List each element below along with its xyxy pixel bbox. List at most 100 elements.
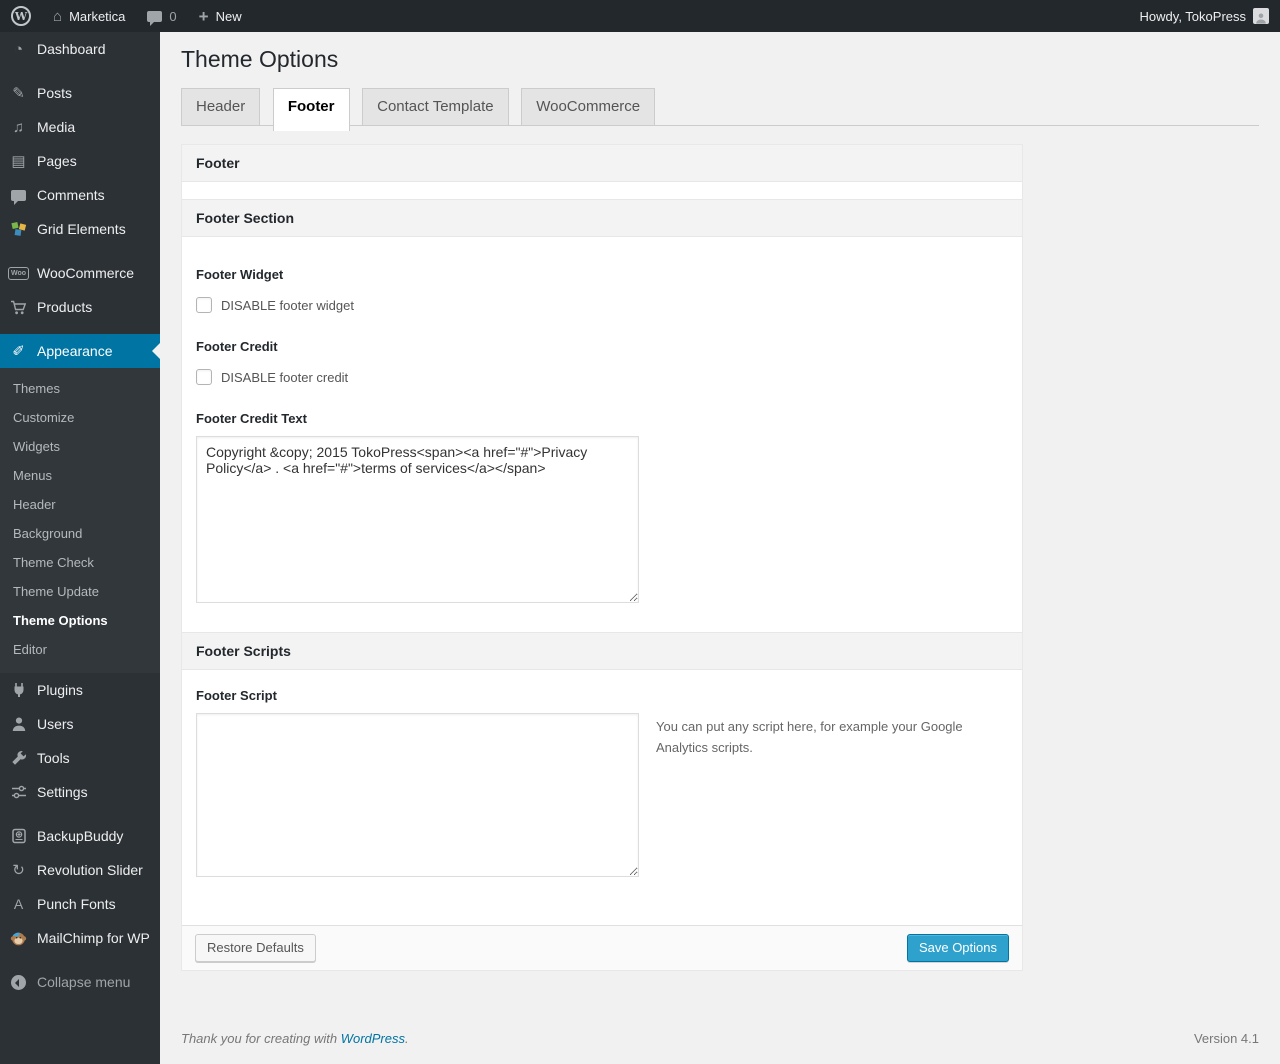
sidebar-item-media[interactable]: ♫ Media [0,110,160,144]
sidebar-item-revolution-slider[interactable]: ↻ Revolution Slider [0,853,160,887]
sidebar-item-label: Punch Fonts [37,896,116,912]
submenu-item-editor[interactable]: Editor [0,635,160,664]
panel-footer: Restore Defaults Save Options [182,925,1022,970]
howdy-label: Howdy, TokoPress [1139,8,1246,24]
sidebar-item-grid-elements[interactable]: Grid Elements [0,212,160,246]
sidebar-item-label: Settings [37,784,88,800]
thankyou-period: . [405,1031,409,1046]
pushpin-icon: ✎ [12,85,25,102]
sidebar-item-woocommerce[interactable]: Woo WooCommerce [0,256,160,290]
sidebar-item-comments[interactable]: Comments [0,178,160,212]
submenu-item-theme-options[interactable]: Theme Options [0,606,160,635]
brush-icon: ✐ [12,343,25,360]
sidebar-item-users[interactable]: Users [0,707,160,741]
tab-woocommerce[interactable]: WooCommerce [521,88,656,126]
footer-widget-option: DISABLE footer widget [196,297,1008,313]
collapse-menu-button[interactable]: Collapse menu [0,965,160,999]
sidebar-item-label: Pages [37,153,77,169]
save-options-button[interactable]: Save Options [906,934,1009,962]
sidebar-item-label: Dashboard [37,41,106,57]
sidebar-item-mailchimp[interactable]: MailChimp for WP [0,921,160,955]
wordpress-logo-icon: W [11,6,31,26]
menu-separator [0,809,160,819]
sidebar-item-pages[interactable]: ▤ Pages [0,144,160,178]
disable-footer-widget-label: DISABLE footer widget [221,297,354,313]
disable-footer-credit-label: DISABLE footer credit [221,369,349,385]
admin-menu: ◔ Dashboard ✎ Posts ♫ Media ▤ Pages Comm… [0,32,160,1064]
submenu-item-themes[interactable]: Themes [0,374,160,403]
pages-icon: ▤ [11,153,26,170]
footer-credit-text-label: Footer Credit Text [196,411,307,426]
comments-menu[interactable]: 0 [136,0,187,32]
backup-box-icon [0,828,37,844]
wordpress-link[interactable]: WordPress [341,1031,405,1046]
woocommerce-icon: Woo [0,266,37,280]
version-label: Version 4.1 [1193,1031,1259,1046]
sidebar-item-settings[interactable]: Settings [0,775,160,809]
submenu-item-background[interactable]: Background [0,519,160,548]
home-icon: ⌂ [53,7,63,25]
footer-section-heading: Footer Section [182,199,1022,237]
user-icon [0,716,37,732]
options-panel: Footer Footer Section Footer Widget DISA… [181,144,1023,971]
sliders-icon [0,784,37,800]
comment-bubble-icon [147,10,163,26]
sidebar-item-tools[interactable]: Tools [0,741,160,775]
submenu-item-theme-update[interactable]: Theme Update [0,577,160,606]
footer-credit-text-input[interactable]: Copyright &copy; 2015 TokoPress<span><a … [196,436,639,603]
restore-defaults-button[interactable]: Restore Defaults [195,934,316,962]
submenu-item-header[interactable]: Header [0,490,160,519]
sidebar-item-backupbuddy[interactable]: BackupBuddy [0,819,160,853]
sidebar-item-label: Plugins [37,682,83,698]
menu-separator [0,324,160,334]
footer-scripts-heading: Footer Scripts [182,632,1022,670]
sidebar-item-products[interactable]: Products [0,290,160,324]
footer-script-row: You can put any script here, for example… [196,703,1008,877]
sidebar-item-label: Tools [37,750,70,766]
wrench-icon [0,750,37,766]
sidebar-item-dashboard[interactable]: ◔ Dashboard [0,32,160,66]
disable-footer-widget-checkbox[interactable] [196,297,212,313]
sidebar-item-label: Appearance [37,343,113,359]
submenu-item-widgets[interactable]: Widgets [0,432,160,461]
site-name-label: Marketica [69,8,126,24]
footer-credit-label: Footer Credit [196,339,278,354]
sidebar-item-appearance[interactable]: ✐ Appearance [0,334,160,368]
footer-script-input[interactable] [196,713,639,877]
monkey-icon [0,931,37,946]
new-content-menu[interactable]: + New [188,0,253,32]
letter-a-icon: A [13,896,24,912]
comment-count: 0 [169,8,177,24]
my-account-menu[interactable]: Howdy, TokoPress [1129,0,1280,32]
admin-bar: W ⌂ Marketica 0 + New Howdy, TokoPress [0,0,1280,32]
submenu-item-menus[interactable]: Menus [0,461,160,490]
sidebar-item-posts[interactable]: ✎ Posts [0,76,160,110]
avatar [1253,8,1269,24]
footer-thankyou: Thank you for creating with WordPress. [181,1031,409,1046]
site-name-menu[interactable]: ⌂ Marketica [42,0,136,32]
menu-separator [0,246,160,256]
wp-logo-menu[interactable]: W [0,0,42,32]
page-title: Theme Options [181,46,339,72]
sidebar-item-label: MailChimp for WP [37,930,150,946]
admin-footer: Thank you for creating with WordPress. V… [181,1031,1259,1046]
tab-contact-template[interactable]: Contact Template [362,88,509,126]
panel-title: Footer [182,145,1022,182]
sidebar-item-punch-fonts[interactable]: A Punch Fonts [0,887,160,921]
disable-footer-credit-checkbox[interactable] [196,369,212,385]
tab-footer[interactable]: Footer [272,88,350,131]
collapse-arrow-icon [0,974,37,990]
sidebar-item-label: Users [37,716,74,732]
active-menu-arrow [144,343,160,359]
sidebar-item-plugins[interactable]: Plugins [0,673,160,707]
footer-section-body: Footer Widget DISABLE footer widget Foot… [182,237,1022,632]
plus-icon: + [198,6,209,26]
dashboard-icon: ◔ [13,40,24,58]
submenu-item-theme-check[interactable]: Theme Check [0,548,160,577]
footer-script-label: Footer Script [196,688,277,703]
submenu-item-customize[interactable]: Customize [0,403,160,432]
thankyou-text: Thank you for creating with [181,1031,341,1046]
tab-header[interactable]: Header [181,88,261,126]
menu-separator [0,955,160,965]
footer-scripts-body: Footer Script You can put any script her… [182,670,1022,925]
